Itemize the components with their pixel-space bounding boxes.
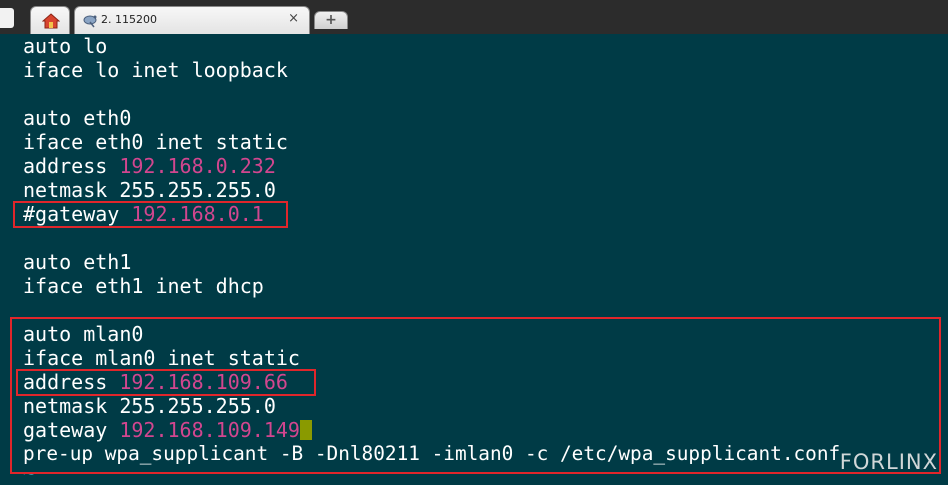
terminal-line: auto eth1 (23, 250, 132, 274)
terminal-line: netmask 255.255.255.0 (23, 178, 276, 202)
tab-bar: 2. 115200 × + (0, 0, 948, 35)
terminal-line: auto lo (23, 34, 108, 58)
tab-home[interactable] (30, 6, 70, 34)
home-icon (41, 13, 61, 33)
terminal-line: iface eth1 inet dhcp (23, 274, 264, 298)
satellite-dish-icon (83, 13, 99, 32)
watermark: FORLINX (839, 450, 938, 474)
plus-icon: + (325, 12, 337, 28)
annotation-box-mlan0-address (16, 369, 316, 396)
ip-address: 192.168.0.232 (119, 154, 276, 178)
terminal-line: auto eth0 (23, 106, 132, 130)
terminal-line: address 192.168.0.232 (23, 154, 276, 178)
new-tab-button[interactable]: + (314, 11, 348, 29)
close-icon[interactable]: × (288, 11, 299, 26)
tab-session-label: 2. 115200 (101, 13, 157, 26)
tab-session[interactable]: 2. 115200 × (74, 6, 310, 34)
window-edge (0, 8, 14, 28)
annotation-box-eth0-gateway (13, 201, 288, 228)
terminal-line: iface lo inet loopback (23, 58, 288, 82)
terminal-line: iface eth0 inet static (23, 130, 288, 154)
